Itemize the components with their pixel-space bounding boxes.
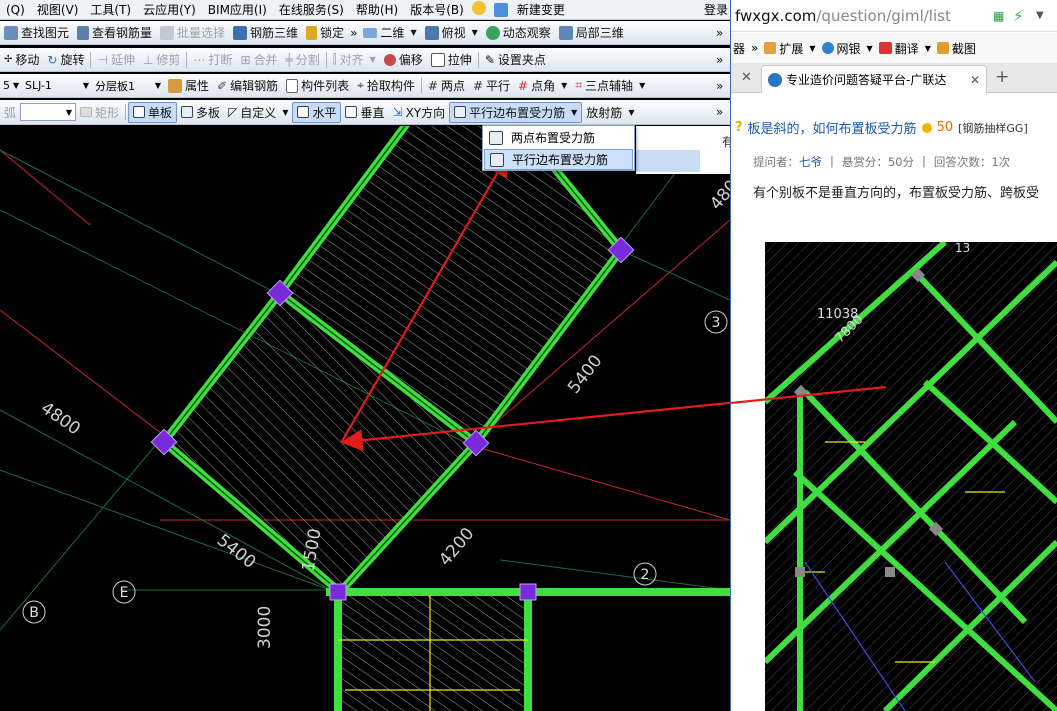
qr-icon[interactable]: ▦ — [993, 9, 1004, 23]
asker-row: 提问者：七爷 — [753, 154, 822, 170]
lightning-icon[interactable]: ⚡ — [1013, 7, 1024, 25]
url-host: fwxgx.com — [735, 6, 817, 25]
screenshot-button[interactable]: 截图 — [936, 40, 976, 57]
answers-count: 回答次数：1次 — [933, 155, 1011, 169]
dropdown-two-point-rebar[interactable]: 两点布置受力筋 — [484, 127, 633, 148]
bookmark-truncated[interactable]: 器 — [733, 40, 745, 57]
two-point-rebar-icon — [489, 130, 503, 145]
meta-divider: | — [830, 154, 834, 168]
question-mark-icon: ? — [735, 120, 743, 135]
url-path: /question/giml/list — [816, 6, 951, 25]
meta-divider: | — [922, 154, 926, 168]
question-body: 有个别板不是垂直方向的，布置板受力筋、跨板受 — [753, 186, 1040, 201]
tab-strip: ✕ 专业造价问题答疑平台-广联达 ✕ + — [731, 63, 1057, 93]
image-label-13: 13 — [955, 242, 970, 255]
parallel-edge-rebar-icon — [490, 152, 504, 167]
coin-icon — [921, 122, 932, 133]
ext-icon — [764, 42, 777, 54]
new-tab-button[interactable]: + — [995, 67, 1009, 87]
ext-button[interactable]: 扩展 ▼ — [764, 40, 816, 57]
tab-title: 专业造价问题答疑平台-广联达 — [786, 73, 947, 87]
question-page: ? 板是斜的，如何布置板受力筋 50 [钢筋抽样GG] 提问者：七爷 | 悬赏分… — [731, 98, 1057, 711]
ext-label: 扩展 — [779, 41, 804, 56]
asker-label: 提问者： — [753, 155, 799, 169]
question-meta: 提问者：七爷 | 悬赏分：50分 | 回答次数：1次 — [753, 154, 1010, 170]
two-point-rebar-label: 两点布置受力筋 — [511, 131, 596, 145]
dropdown-parallel-edge-rebar[interactable]: 平行边布置受力筋 — [484, 149, 633, 170]
address-bar[interactable]: fwxgx.com/question/giml/list ▦ ⚡ ▼ — [731, 0, 1057, 32]
category-label: [钢筋抽样GG] — [958, 121, 1028, 135]
translate-label: 翻译 — [894, 41, 919, 56]
asker-name[interactable]: 七爷 — [799, 155, 822, 169]
dropdown-arrow-icon[interactable]: ▼ — [1036, 10, 1044, 21]
bank-button[interactable]: 网银 ▼ — [821, 40, 873, 57]
parallel-edge-rebar-label: 平行边布置受力筋 — [512, 153, 609, 167]
reward-value: 50 — [936, 120, 954, 135]
bounty-text: 悬赏分：50分 — [841, 155, 915, 169]
bank-icon — [821, 42, 834, 54]
question-title[interactable]: 板是斜的，如何布置板受力筋 — [748, 118, 917, 137]
translate-icon — [878, 42, 892, 54]
translate-button[interactable]: 翻译 ▼ — [878, 40, 931, 57]
question-title-row: ? 板是斜的，如何布置板受力筋 50 [钢筋抽样GG] — [735, 118, 1028, 137]
close-tab-icon-left[interactable]: ✕ — [741, 70, 752, 85]
site-favicon — [768, 72, 782, 87]
bank-label: 网银 — [836, 41, 861, 56]
close-tab-icon[interactable]: ✕ — [970, 73, 980, 87]
screenshot-label: 截图 — [951, 41, 976, 56]
tab-active[interactable]: 专业造价问题答疑平台-广联达 ✕ — [761, 65, 987, 93]
scissors-icon — [936, 42, 949, 54]
more-icon[interactable]: » — [751, 41, 758, 55]
bookmarks-bar: 器 » 扩展 ▼ 网银 ▼ 翻译 ▼ 截图 — [731, 33, 1057, 63]
question-image[interactable]: 11038 7800 13 — [765, 242, 1057, 711]
rebar-layout-dropdown: 两点布置受力筋 平行边布置受力筋 — [482, 125, 635, 171]
